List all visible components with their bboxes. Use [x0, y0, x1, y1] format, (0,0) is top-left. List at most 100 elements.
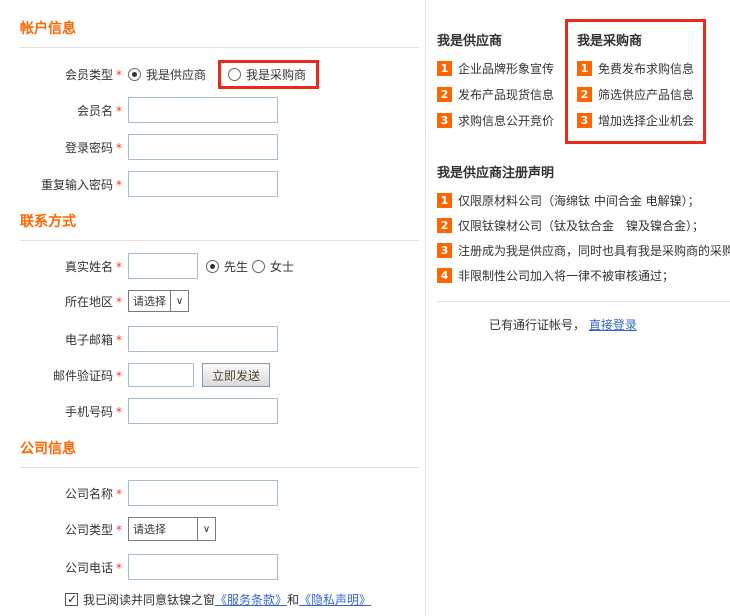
- region-select-value: 请选择: [133, 295, 166, 308]
- info-panel: 我是供应商 1 企业品牌形象宣传 2 发布产品现货信息 3 求购信息公开竞价 我…: [437, 19, 730, 333]
- login-link[interactable]: 直接登录: [589, 318, 637, 332]
- login-hint: 已有通行证帐号，: [489, 318, 586, 332]
- company-type-select[interactable]: 请选择 ∨: [128, 517, 216, 541]
- buyer-benefits-highlight-box: 我是采购商 1 免费发布求购信息 2 筛选供应产品信息 3 增加选择企业机会: [565, 19, 707, 144]
- registration-form: 帐户信息 会员类型 * 我是供应商 我是采购商 会员名 * 登录密码 * 重复输…: [0, 0, 426, 616]
- required-asterisk: *: [116, 140, 122, 155]
- list-item: 2 筛选供应产品信息: [577, 86, 694, 103]
- section-divider: [20, 467, 419, 468]
- member-type-row: 会员类型 * 我是供应商 我是采购商: [20, 60, 419, 89]
- email-code-row: 邮件验证码 * 立即发送: [20, 363, 419, 387]
- gender-mr-radio[interactable]: [206, 259, 219, 273]
- required-asterisk: *: [116, 259, 122, 274]
- required-asterisk: *: [116, 522, 122, 537]
- list-item: 1 企业品牌形象宣传: [437, 60, 565, 77]
- region-row: 所在地区 * 请选择 ∨: [20, 290, 419, 312]
- required-asterisk: *: [116, 560, 122, 575]
- supplier-statement-title: 我是供应商注册声明: [437, 166, 555, 181]
- username-input[interactable]: [128, 97, 278, 123]
- section-divider: [20, 47, 419, 48]
- required-asterisk: *: [116, 68, 122, 82]
- username-row: 会员名 *: [20, 97, 419, 123]
- login-row: 已有通行证帐号， 直接登录: [437, 301, 730, 333]
- gender-mr-label[interactable]: 先生: [224, 258, 248, 275]
- agree-checkbox[interactable]: [65, 592, 78, 606]
- section-divider: [20, 240, 419, 241]
- number-badge: 1: [437, 61, 452, 76]
- company-phone-label: 公司电话 *: [64, 560, 122, 575]
- list-item: 3 求购信息公开竞价: [437, 112, 565, 129]
- supplier-statement: 我是供应商注册声明 1 仅限原材料公司（海绵钛 中间合金 电解镍）； 2 仅限钛…: [437, 162, 730, 284]
- company-phone-input[interactable]: [128, 554, 278, 580]
- company-type-row: 公司类型 * 请选择 ∨: [20, 517, 419, 541]
- buyer-radio-label[interactable]: 我是采购商: [246, 66, 306, 83]
- company-type-label: 公司类型 *: [64, 522, 122, 537]
- list-item: 3 增加选择企业机会: [577, 112, 694, 129]
- company-name-label: 公司名称 *: [64, 486, 122, 501]
- company-phone-row: 公司电话 *: [20, 554, 419, 580]
- password-label: 登录密码 *: [64, 140, 122, 155]
- number-badge: 1: [437, 193, 452, 208]
- chevron-down-icon[interactable]: ∨: [170, 291, 188, 311]
- number-badge: 2: [437, 87, 452, 102]
- company-type-select-value: 请选择: [133, 523, 166, 536]
- number-badge: 2: [437, 218, 452, 233]
- list-item: 1 仅限原材料公司（海绵钛 中间合金 电解镍）；: [437, 192, 730, 209]
- number-badge: 2: [577, 87, 592, 102]
- registration-page: 帐户信息 会员类型 * 我是供应商 我是采购商 会员名 * 登录密码 * 重复输…: [0, 0, 730, 616]
- supplier-radio-label[interactable]: 我是供应商: [146, 66, 206, 83]
- list-item: 1 免费发布求购信息: [577, 60, 694, 77]
- gender-mr-option[interactable]: 先生: [206, 258, 252, 275]
- password-repeat-input[interactable]: [128, 171, 278, 197]
- email-input[interactable]: [128, 326, 278, 352]
- password-row: 登录密码 *: [20, 134, 419, 160]
- realname-label: 真实姓名 *: [64, 259, 122, 274]
- realname-input[interactable]: [128, 253, 198, 279]
- section-title-account: 帐户信息: [20, 21, 76, 37]
- section-title-company: 公司信息: [20, 441, 76, 457]
- agree-terms-row: 我已阅读并同意钛镍之窗 《服务条款》 和 《隐私声明》: [65, 591, 419, 608]
- email-code-input[interactable]: [128, 363, 194, 387]
- member-type-label: 会员类型 *: [64, 68, 122, 82]
- region-select[interactable]: 请选择 ∨: [128, 290, 189, 312]
- send-code-button[interactable]: 立即发送: [202, 363, 271, 387]
- list-item: 2 仅限钛镍材公司（钛及钛合金 镍及镍合金）；: [437, 217, 730, 234]
- region-label: 所在地区 *: [64, 294, 122, 309]
- chevron-down-icon[interactable]: ∨: [197, 518, 215, 540]
- agree-text-middle: 和: [287, 593, 300, 607]
- number-badge: 3: [577, 113, 592, 128]
- required-asterisk: *: [116, 332, 122, 347]
- company-name-row: 公司名称 *: [20, 480, 419, 506]
- required-asterisk: *: [116, 177, 122, 192]
- agree-text: 我已阅读并同意钛镍之窗: [83, 593, 216, 607]
- buyer-radio[interactable]: [228, 68, 242, 81]
- supplier-benefits-title: 我是供应商: [437, 34, 503, 49]
- password-repeat-row: 重复输入密码 *: [20, 171, 419, 197]
- gender-ms-radio[interactable]: [252, 259, 266, 273]
- number-badge: 1: [577, 61, 592, 76]
- company-name-input[interactable]: [128, 480, 278, 506]
- mobile-input[interactable]: [128, 398, 278, 424]
- supplier-benefits: 我是供应商 1 企业品牌形象宣传 2 发布产品现货信息 3 求购信息公开竞价: [437, 19, 565, 129]
- required-asterisk: *: [116, 368, 122, 383]
- username-label: 会员名 *: [76, 103, 122, 118]
- password-input[interactable]: [128, 134, 278, 160]
- gender-ms-option[interactable]: 女士: [252, 258, 294, 275]
- realname-row: 真实姓名 * 先生 女士: [20, 253, 419, 279]
- supplier-radio-option[interactable]: 我是供应商: [128, 66, 216, 83]
- list-item: 2 发布产品现货信息: [437, 86, 565, 103]
- privacy-link[interactable]: 《隐私声明》: [299, 591, 371, 608]
- gender-ms-label[interactable]: 女士: [270, 258, 294, 275]
- terms-link[interactable]: 《服务条款》: [215, 591, 287, 608]
- buyer-benefits-title: 我是采购商: [577, 34, 643, 49]
- required-asterisk: *: [116, 404, 122, 419]
- supplier-radio[interactable]: [128, 68, 141, 81]
- buyer-option-highlight-box: 我是采购商: [218, 60, 320, 89]
- required-asterisk: *: [116, 486, 122, 501]
- email-label: 电子邮箱 *: [64, 332, 122, 347]
- number-badge: 4: [437, 268, 452, 283]
- mobile-label: 手机号码 *: [64, 404, 122, 419]
- benefits-columns: 我是供应商 1 企业品牌形象宣传 2 发布产品现货信息 3 求购信息公开竞价 我…: [437, 19, 730, 144]
- mobile-row: 手机号码 *: [20, 398, 419, 424]
- required-asterisk: *: [116, 294, 122, 309]
